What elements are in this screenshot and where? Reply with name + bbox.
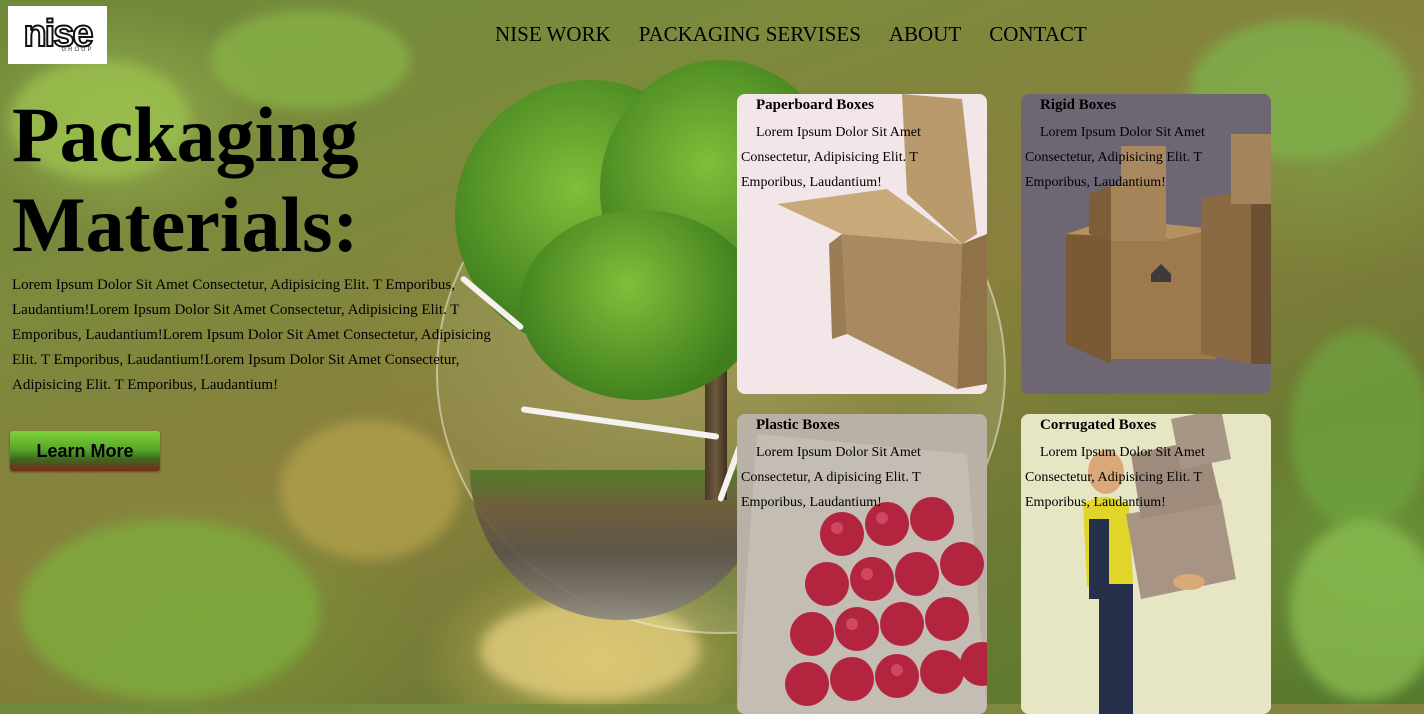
learn-more-button[interactable]: Learn More: [10, 431, 160, 471]
card-corrugated-boxes[interactable]: Corrugated Boxes Lorem Ipsum Dolor Sit A…: [1021, 414, 1271, 714]
card-rigid-boxes[interactable]: Rigid Boxes Lorem Ipsum Dolor Sit Amet C…: [1021, 94, 1271, 394]
nav-about[interactable]: ABOUT: [889, 22, 961, 47]
nav-packaging-services[interactable]: PACKAGING SERVISES: [639, 22, 861, 47]
card-title: Paperboard Boxes: [756, 97, 874, 113]
nise-logo[interactable]: nise GROUP: [8, 6, 107, 64]
card-title: Corrugated Boxes: [1040, 417, 1157, 433]
page-title: Packaging Materials:: [12, 90, 359, 270]
card-text: Lorem Ipsum Dolor Sit Amet Consectetur, …: [1025, 445, 1205, 510]
main-nav: NISE WORK PACKAGING SERVISES ABOUT CONTA…: [495, 22, 1087, 47]
card-title: Rigid Boxes: [1040, 97, 1117, 113]
logo-subtitle: GROUP: [61, 47, 94, 53]
logo-wordmark: nise: [22, 13, 94, 55]
nav-nise-work[interactable]: NISE WORK: [495, 22, 611, 47]
card-title: Plastic Boxes: [756, 417, 840, 433]
title-line-2: Materials:: [12, 181, 359, 268]
card-paperboard-boxes[interactable]: Paperboard Boxes Lorem Ipsum Dolor Sit A…: [737, 94, 987, 394]
card-text: Lorem Ipsum Dolor Sit Amet Consectetur, …: [1025, 125, 1205, 190]
title-line-1: Packaging: [12, 91, 359, 178]
card-text: Lorem Ipsum Dolor Sit Amet Consectetur, …: [741, 445, 921, 510]
card-plastic-boxes[interactable]: Plastic Boxes Lorem Ipsum Dolor Sit Amet…: [737, 414, 987, 714]
nav-contact[interactable]: CONTACT: [989, 22, 1086, 47]
card-text: Lorem Ipsum Dolor Sit Amet Consectetur, …: [741, 125, 921, 190]
hero-description: Lorem Ipsum Dolor Sit Amet Consectetur, …: [12, 277, 491, 393]
